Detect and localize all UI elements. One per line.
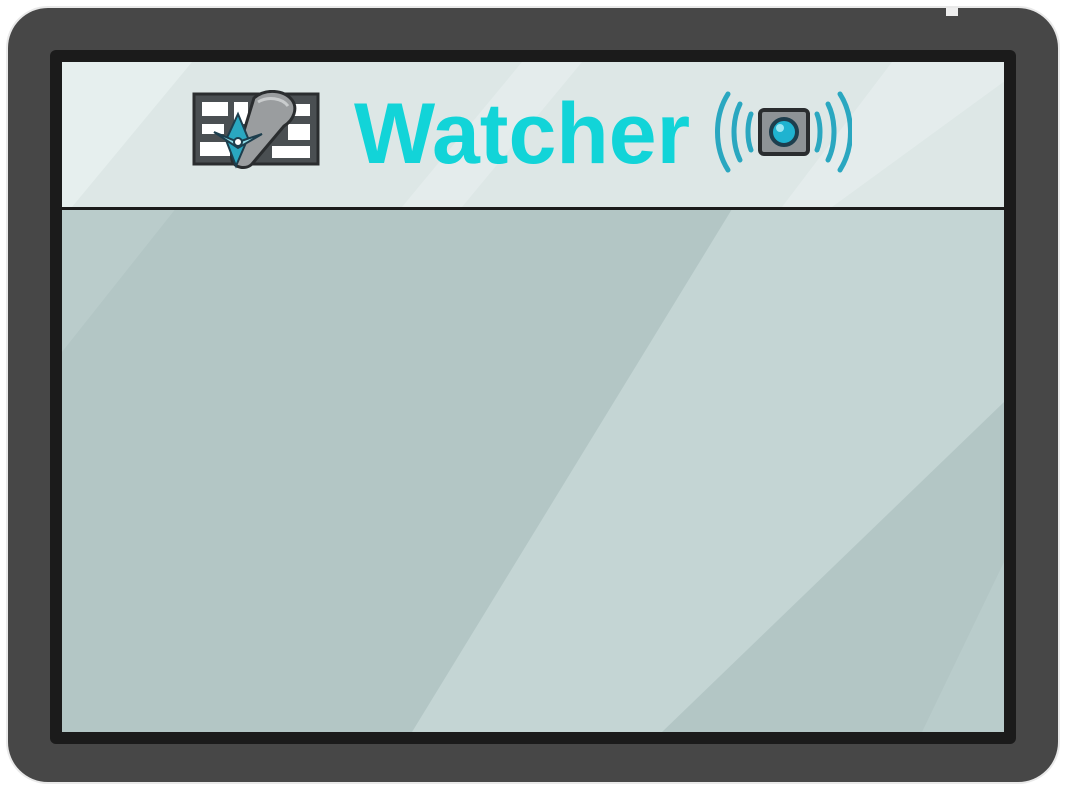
app-header: Watcher — [62, 62, 1004, 210]
screen: Watcher — [62, 62, 1004, 732]
screen-bezel: Watcher — [50, 50, 1016, 744]
frame-highlight — [946, 8, 958, 16]
map-compass-icon — [192, 90, 320, 169]
content-area — [62, 213, 1004, 732]
device-frame: Watcher — [8, 8, 1058, 782]
app-title: Watcher — [354, 86, 691, 182]
broadcast-camera-icon — [715, 91, 852, 173]
